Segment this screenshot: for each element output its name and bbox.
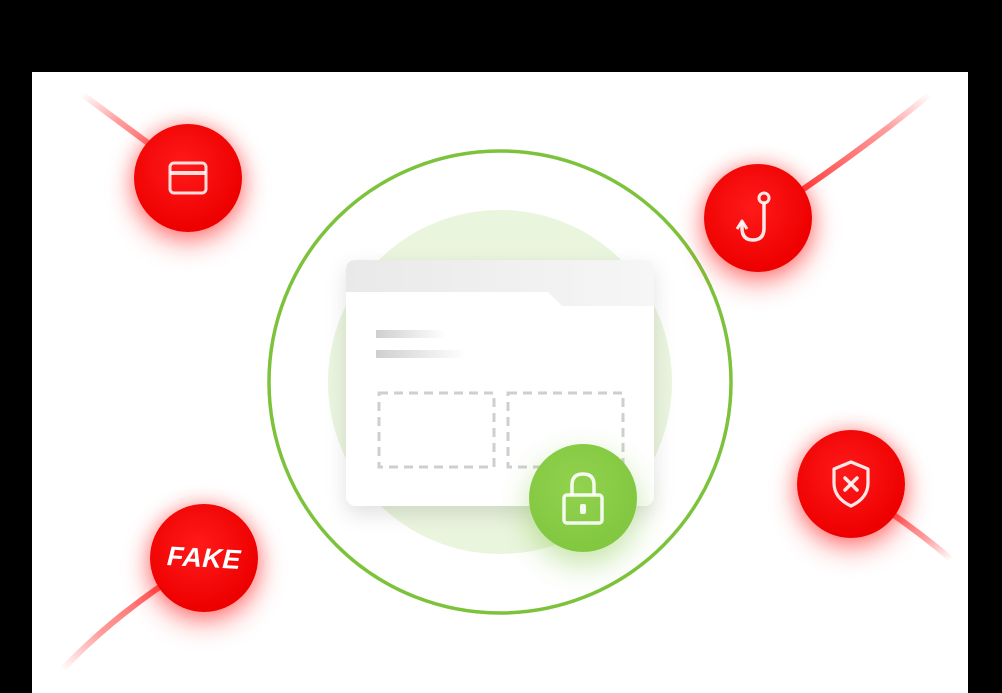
text-line-1 xyxy=(376,330,446,338)
connector-line-top-right xyxy=(799,91,933,193)
threat-phishing xyxy=(704,164,812,272)
threat-credit-card xyxy=(134,124,242,232)
lock-badge xyxy=(529,444,637,552)
illustration-panel: FAKE xyxy=(32,72,968,693)
text-line-2 xyxy=(376,350,466,358)
threat-blocked xyxy=(797,430,905,538)
credit-card-icon xyxy=(168,161,208,195)
shield-x-icon xyxy=(832,460,870,508)
threat-fake: FAKE xyxy=(150,504,258,612)
fishing-hook-icon xyxy=(735,191,771,242)
fake-label: FAKE xyxy=(166,540,242,575)
padlock-icon xyxy=(562,472,604,525)
